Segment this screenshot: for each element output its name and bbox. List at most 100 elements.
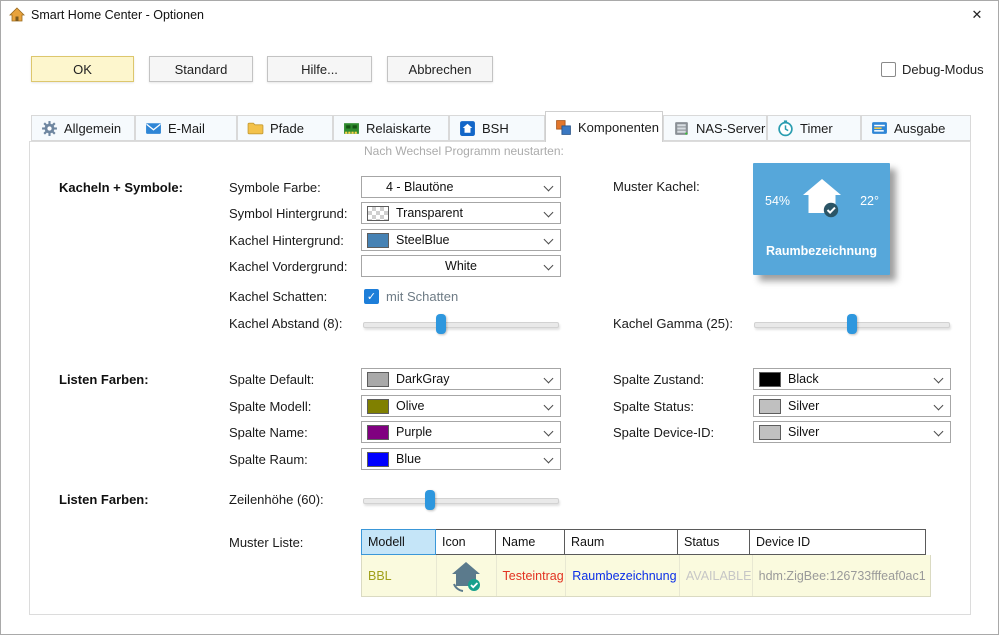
- output-icon: [871, 120, 888, 137]
- spalte-raum-select[interactable]: Blue: [361, 448, 561, 470]
- symbol-hintergrund-select[interactable]: Transparent: [361, 202, 561, 224]
- color-swatch: [367, 451, 389, 467]
- standard-button[interactable]: Standard: [149, 56, 253, 82]
- slider-thumb[interactable]: [424, 490, 435, 510]
- options-window: Smart Home Center - Optionen ✕ OK Standa…: [0, 0, 999, 635]
- kachel-gamma-slider[interactable]: [754, 314, 950, 334]
- tab-email[interactable]: E-Mail: [135, 115, 237, 141]
- chevron-down-icon: [933, 426, 944, 437]
- tab-label: Pfade: [270, 120, 304, 136]
- row-cell-modell: BBL: [362, 555, 437, 596]
- chevron-down-icon: [543, 400, 554, 411]
- row-cell-device-id: hdm:ZigBee:126733fffeaf0ac1: [758, 568, 926, 583]
- tab-bsh[interactable]: BSH: [449, 115, 545, 141]
- row-cell-raum: Raumbezeichnung: [566, 555, 680, 596]
- combo-value: 4 - Blautöne: [386, 180, 454, 194]
- slider-track[interactable]: [363, 322, 559, 328]
- spalte-device-id-select[interactable]: Silver: [753, 421, 951, 443]
- muster-kachel-preview: 54% 22° Raumbezeichnung: [753, 163, 890, 275]
- color-swatch: [759, 371, 781, 387]
- muster-kachel-label: Muster Kachel:: [613, 179, 700, 194]
- tab-nas-server[interactable]: NAS-Server: [663, 115, 767, 141]
- color-swatch: [367, 424, 389, 440]
- envelope-icon: [145, 120, 162, 137]
- gear-icon: [41, 120, 58, 137]
- color-swatch: [367, 232, 389, 248]
- tab-timer[interactable]: Timer: [767, 115, 861, 141]
- folder-icon: [247, 120, 264, 137]
- combo-value: Blue: [396, 452, 422, 466]
- ok-button[interactable]: OK: [31, 56, 134, 82]
- help-button[interactable]: Hilfe...: [267, 56, 372, 82]
- tab-allgemein[interactable]: Allgemein: [31, 115, 135, 141]
- zeilenhoehe-slider[interactable]: [363, 490, 559, 510]
- combo-value: SteelBlue: [396, 233, 450, 247]
- header-cell-icon: Icon: [435, 529, 496, 555]
- header-cell-raum: Raum: [564, 529, 678, 555]
- spalte-raum-label: Spalte Raum:: [229, 452, 308, 467]
- tab-label: Ausgabe: [894, 120, 946, 136]
- kachel-hintergrund-select[interactable]: SteelBlue: [361, 229, 561, 251]
- kachel-abstand-slider[interactable]: [363, 314, 559, 334]
- row-cell-icon: [437, 555, 497, 596]
- device-home-icon: [452, 561, 481, 592]
- relay-board-icon: [343, 120, 360, 137]
- muster-liste-row: BBL Testeintrag Raumbezeichnung AVAILABL…: [361, 555, 931, 597]
- tab-label: Timer: [800, 120, 833, 136]
- spalte-device-id-label: Spalte Device-ID:: [613, 425, 715, 440]
- kachel-gamma-label: Kachel Gamma (25):: [613, 316, 733, 331]
- tab-pfade[interactable]: Pfade: [237, 115, 333, 141]
- spalte-default-label: Spalte Default:: [229, 372, 315, 387]
- combo-value: Silver: [788, 399, 820, 413]
- mit-schatten-checkbox-row[interactable]: ✓ mit Schatten: [364, 289, 458, 304]
- close-icon[interactable]: ✕: [960, 1, 994, 29]
- chevron-down-icon: [933, 373, 944, 384]
- spalte-name-label: Spalte Name:: [229, 425, 308, 440]
- tab-label: E-Mail: [168, 120, 205, 136]
- chevron-down-icon: [543, 207, 554, 218]
- tab-label: NAS-Server: [696, 120, 766, 136]
- transparent-swatch: [367, 205, 389, 221]
- kachel-vordergrund-select[interactable]: White: [361, 255, 561, 277]
- spalte-status-select[interactable]: Silver: [753, 395, 951, 417]
- chevron-down-icon: [543, 260, 554, 271]
- tab-relaiskarte[interactable]: Relaiskarte: [333, 115, 449, 141]
- spalte-default-select[interactable]: DarkGray: [361, 368, 561, 390]
- spalte-modell-select[interactable]: Olive: [361, 395, 561, 417]
- spalte-zustand-select[interactable]: Black: [753, 368, 951, 390]
- kachel-hintergrund-label: Kachel Hintergrund:: [229, 233, 344, 248]
- kachel-schatten-label: Kachel Schatten:: [229, 289, 328, 304]
- slider-track[interactable]: [363, 498, 559, 504]
- combo-value: White: [445, 259, 477, 273]
- group-kacheln-symbole: Kacheln + Symbole:: [59, 180, 183, 195]
- tab-ausgabe[interactable]: Ausgabe: [861, 115, 971, 141]
- muster-liste-label: Muster Liste:: [229, 535, 304, 550]
- combo-value: Silver: [788, 425, 820, 439]
- combo-value: Olive: [396, 399, 425, 413]
- spalte-name-select[interactable]: Purple: [361, 421, 561, 443]
- tab-komponenten[interactable]: Komponenten: [545, 111, 663, 142]
- symbole-farbe-select[interactable]: 4 - Blautöne: [361, 176, 561, 198]
- debug-mode-label: Debug-Modus: [902, 62, 984, 77]
- combo-value: Purple: [396, 425, 433, 439]
- tab-label: Relaiskarte: [366, 120, 432, 136]
- cancel-button[interactable]: Abbrechen: [387, 56, 493, 82]
- clock-icon: [777, 119, 794, 137]
- chevron-down-icon: [543, 234, 554, 245]
- spalte-modell-label: Spalte Modell:: [229, 399, 312, 414]
- tile-humidity: 54%: [765, 194, 791, 208]
- debug-mode-checkbox[interactable]: [881, 62, 896, 77]
- tab-label: Komponenten: [578, 119, 659, 135]
- combo-value: Transparent: [396, 206, 463, 220]
- slider-thumb[interactable]: [436, 314, 447, 334]
- tile-temperature: 22°: [860, 194, 879, 208]
- color-swatch: [367, 398, 389, 414]
- app-icon: [9, 7, 25, 23]
- checked-checkbox[interactable]: ✓: [364, 289, 379, 304]
- slider-thumb[interactable]: [847, 314, 857, 334]
- titlebar: Smart Home Center - Optionen ✕: [1, 1, 998, 29]
- header-cell-modell: Modell: [361, 529, 436, 555]
- zeilenhoehe-label: Zeilenhöhe (60):: [229, 492, 324, 507]
- color-swatch: [759, 398, 781, 414]
- tab-label: BSH: [482, 120, 509, 136]
